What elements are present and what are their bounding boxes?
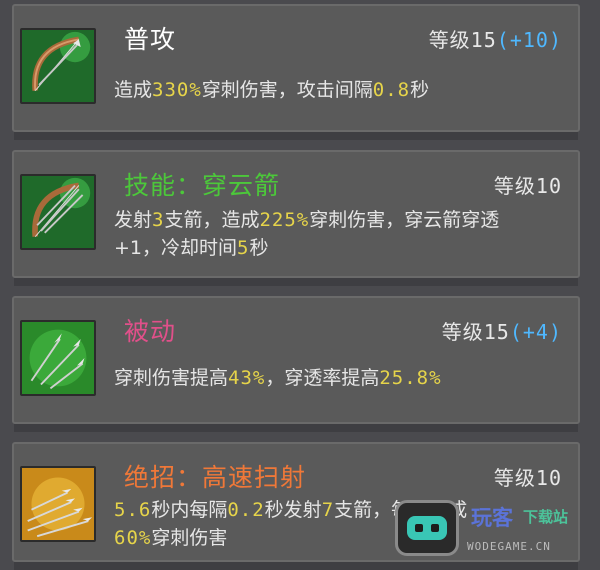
desc-text: 秒 [410,79,430,101]
level-bonus: (+4) [509,320,562,344]
skill-level: 等级10 [494,462,562,491]
desc-text: 穿刺伤害，穿云箭穿透 [309,209,500,231]
skill-description: 发射3支箭，造成225%穿刺伤害，穿云箭穿透 +1，冷却时间5秒 [114,206,564,262]
arrows-icon [20,320,96,396]
desc-text: 支箭，造成 [164,209,260,231]
desc-value: 0.2 [227,499,265,521]
bow-icon [20,174,96,250]
level-label: 等级15 [428,28,497,52]
level-label: 等级10 [493,174,562,198]
bow-icon [20,28,96,104]
desc-value: 5.6 [114,499,152,521]
level-bonus: (+10) [496,28,562,52]
skill-level: 等级10 [494,170,562,199]
watermark-suffix: 下载站 [523,508,569,526]
desc-value: 330% [152,79,202,101]
desc-value: 0.8 [372,79,411,101]
skill-description: 穿刺伤害提高43%，穿透率提高25.8% [114,364,564,392]
desc-text: +1，冷却时间 [114,237,238,259]
watermark-url: WODEGAME.CN [467,540,551,553]
desc-value: 43% [228,367,266,389]
skill-description: 造成330%穿刺伤害，攻击间隔0.8秒 [114,76,564,104]
skill-card-basic-attack: 普攻 等级15(+10) 造成330%穿刺伤害，攻击间隔0.8秒 [12,4,580,140]
desc-text: 秒 [249,237,269,259]
desc-text: 发射 [114,209,153,231]
desc-value: 60% [114,527,152,549]
skill-title: 被动 [124,317,177,346]
site-watermark: 玩客 下载站 WODEGAME.CN [395,500,595,558]
desc-value: 25.8% [379,367,442,389]
skill-card-piercing-arrow: 技能：穿云箭 等级10 发射3支箭，造成225%穿刺伤害，穿云箭穿透 +1，冷却… [12,150,580,286]
skill-card-passive: 被动 等级15(+4) 穿刺伤害提高43%，穿透率提高25.8% [12,296,580,432]
arrow-volley-icon [20,466,96,542]
desc-value: 5 [237,237,250,259]
desc-text: ，穿透率提高 [265,367,380,389]
skill-level: 等级15(+10) [429,24,562,53]
desc-text: 造成 [114,79,153,101]
watermark-name: 玩客 [471,506,513,530]
desc-value: 3 [152,209,165,231]
skill-title: 绝招：高速扫射 [124,463,307,492]
desc-value: 7 [321,499,335,521]
robot-logo-icon [395,500,459,556]
skill-title: 技能：穿云箭 [124,171,281,200]
desc-text: 穿刺伤害提高 [114,367,229,389]
desc-text: 秒发射 [264,499,322,521]
level-label: 等级15 [441,320,510,344]
level-label: 等级10 [493,466,562,490]
desc-text: 秒内每隔 [151,499,228,521]
skill-level: 等级15(+4) [442,316,562,345]
desc-text: 穿刺伤害，攻击间隔 [201,79,373,101]
skill-title: 普攻 [124,25,177,54]
desc-value: 225% [259,209,310,231]
desc-text: 穿刺伤害 [151,527,228,549]
